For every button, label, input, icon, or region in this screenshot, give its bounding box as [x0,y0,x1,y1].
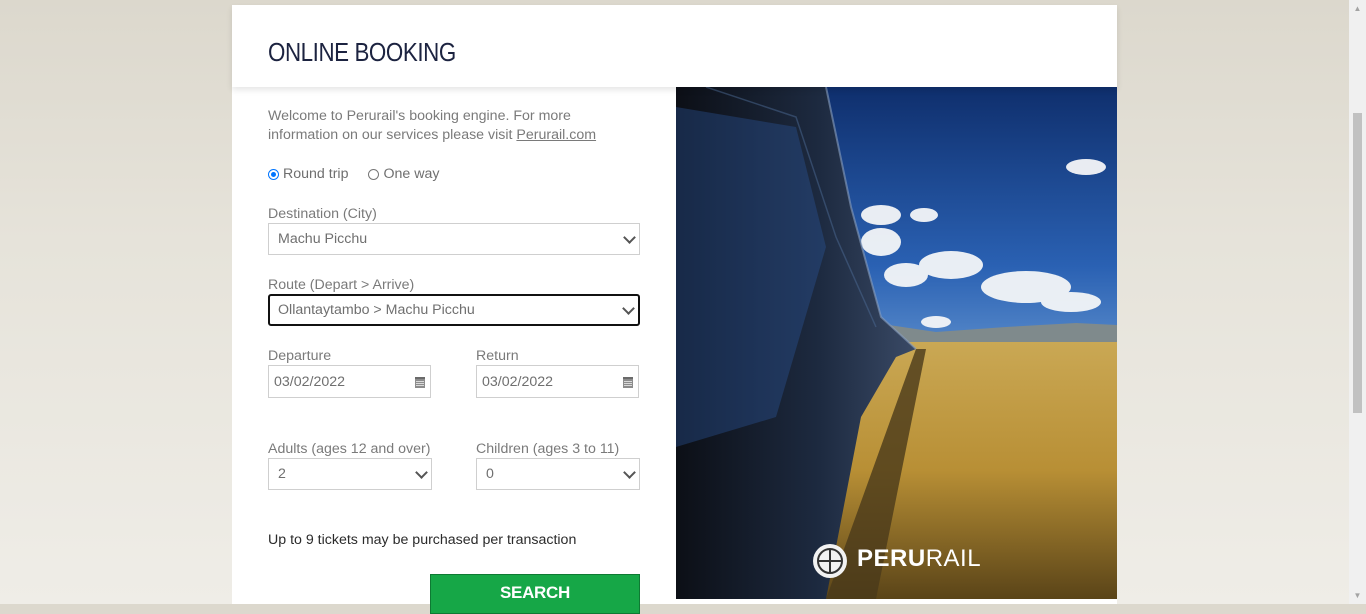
destination-select[interactable]: Machu Picchu [268,223,640,255]
destination-label: Destination (City) [268,206,377,222]
return-date-input[interactable]: 03/02/2022 [476,365,639,398]
one-way-label: One way [383,166,440,182]
departure-label: Departure [268,348,332,364]
calendar-icon[interactable] [623,377,633,388]
return-label: Return [476,348,519,364]
route-label: Route (Depart > Arrive) [268,277,415,293]
trip-type-group: Round trip One way [268,166,439,182]
brand-name-bold: PERU [857,545,926,572]
intro-text: Welcome to Perurail's booking engine. Fo… [268,107,640,145]
ticket-limit-note: Up to 9 tickets may be purchased per tra… [268,532,577,548]
children-select[interactable]: 0 [476,458,640,490]
brand-name-light: RAIL [925,545,982,572]
round-trip-radio-button[interactable] [268,168,279,180]
perurail-logo [813,544,847,578]
departure-date-input[interactable]: 03/02/2022 [268,365,431,398]
chevron-down-icon [623,231,636,244]
card-header: ONLINE BOOKING [232,5,1117,87]
search-button[interactable]: SEARCH [430,574,640,614]
train-photo: PERURAIL [676,87,1117,599]
round-trip-radio[interactable]: Round trip [268,166,348,182]
one-way-radio[interactable]: One way [368,166,439,182]
page-scrollbar[interactable]: ▲ ▼ [1349,0,1366,604]
one-way-radio-button[interactable] [368,168,380,180]
adults-label: Adults (ages 12 and over) [268,441,431,457]
destination-value: Machu Picchu [278,231,368,247]
page-title: ONLINE BOOKING [268,37,456,67]
round-trip-label: Round trip [283,166,349,182]
train-landscape-image [676,87,1117,599]
search-button-label: SEARCH [500,583,570,602]
booking-card: ONLINE BOOKING Welcome to Perurail's boo… [232,5,1117,614]
chevron-down-icon [415,466,428,479]
scroll-down-arrow-icon[interactable]: ▼ [1349,587,1366,604]
perurail-link[interactable]: Perurail.com [516,127,596,143]
scroll-up-arrow-icon[interactable]: ▲ [1349,0,1366,17]
children-value: 0 [486,466,494,482]
adults-value: 2 [278,466,286,482]
scrollbar-thumb[interactable] [1353,113,1362,413]
route-value: Ollantaytambo > Machu Picchu [278,302,475,318]
route-select[interactable]: Ollantaytambo > Machu Picchu [268,294,640,326]
adults-select[interactable]: 2 [268,458,432,490]
chevron-down-icon [623,466,636,479]
children-label: Children (ages 3 to 11) [476,441,620,457]
brand-wordmark: PERURAIL [857,545,981,573]
chevron-down-icon [622,302,635,315]
return-value: 03/02/2022 [482,373,554,390]
departure-value: 03/02/2022 [274,373,346,390]
calendar-icon[interactable] [415,377,425,388]
